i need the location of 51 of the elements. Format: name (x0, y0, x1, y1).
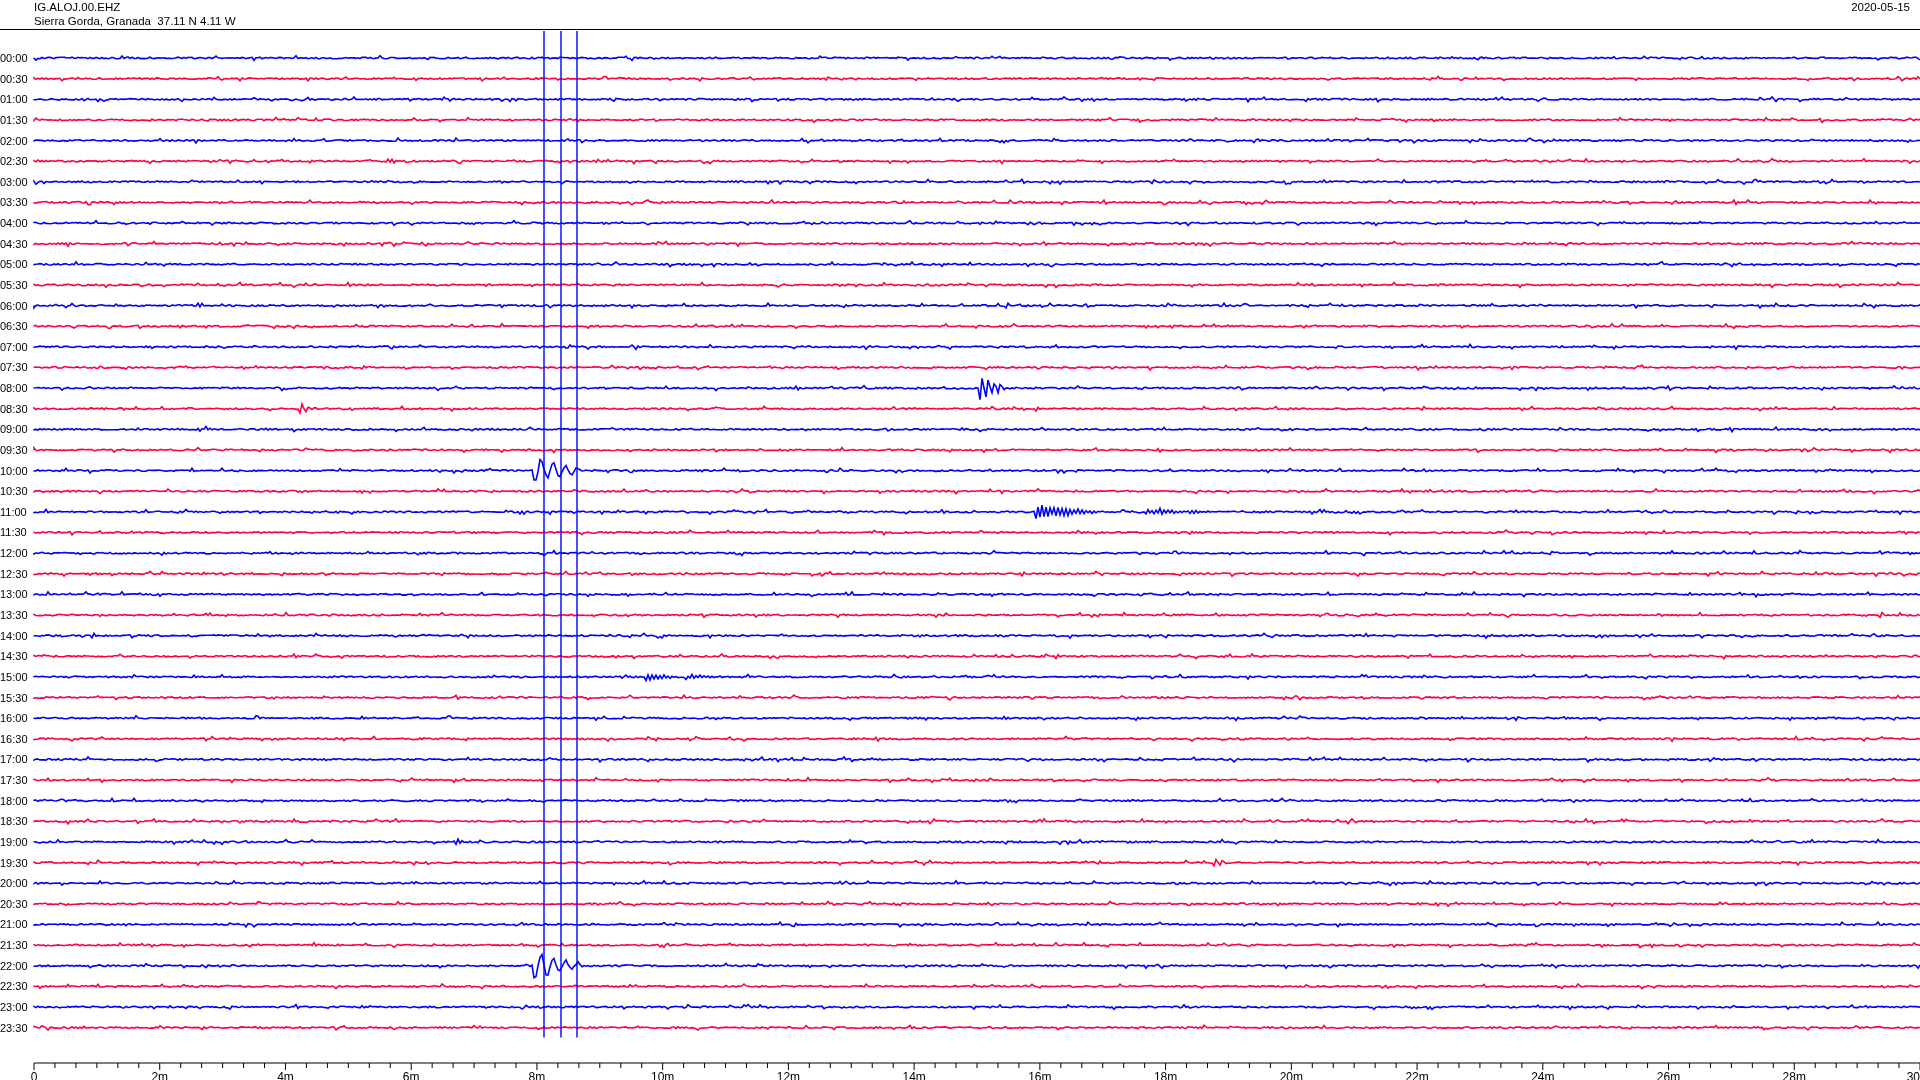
row-time-label: 03:00 (0, 175, 28, 188)
row-time-label: 04:00 (0, 217, 28, 230)
row-time-label: 10:30 (0, 485, 28, 498)
row-time-label: 20:30 (0, 897, 28, 910)
row-time-label: 22:00 (0, 959, 28, 972)
row-time-label: 16:00 (0, 712, 28, 725)
row-time-label: 19:00 (0, 835, 28, 848)
row-time-label: 15:30 (0, 691, 28, 704)
row-time-label: 11:00 (0, 505, 27, 518)
row-time-label: 01:30 (0, 113, 28, 126)
row-time-label: 08:00 (0, 382, 28, 395)
row-time-label: 21:00 (0, 918, 28, 931)
row-time-label: 13:00 (0, 588, 28, 601)
row-time-label: 19:30 (0, 856, 28, 869)
row-time-label: 13:30 (0, 609, 28, 621)
row-time-label: 22:30 (0, 980, 28, 993)
row-time-label: 02:30 (0, 155, 28, 168)
row-time-label: 17:00 (0, 753, 28, 766)
row-time-label: 18:00 (0, 794, 28, 807)
row-time-label: 12:00 (0, 547, 28, 560)
row-time-label: 02:00 (0, 134, 28, 147)
row-time-label: 23:00 (0, 1001, 28, 1013)
row-time-label: 06:00 (0, 299, 28, 312)
row-time-label: 09:00 (0, 423, 28, 436)
row-time-label: 05:00 (0, 258, 28, 271)
row-time-label: 03:30 (0, 196, 28, 209)
row-time-label: 07:30 (0, 361, 28, 374)
row-time-label: 01:00 (0, 93, 28, 106)
row-time-label: 10:00 (0, 464, 28, 477)
row-time-label: 21:30 (0, 939, 28, 952)
row-time-label: 17:30 (0, 774, 28, 787)
row-time-label: 20:00 (0, 877, 28, 890)
row-time-label: 14:00 (0, 629, 28, 642)
row-time-label: 00:00 (0, 52, 28, 64)
row-time-label: 08:30 (0, 402, 28, 415)
row-time-label: 00:30 (0, 72, 28, 85)
row-time-label: 16:30 (0, 732, 28, 745)
row-time-label: 12:30 (0, 567, 28, 580)
row-time-label: 11:30 (0, 526, 27, 539)
row-time-label: 06:30 (0, 320, 28, 333)
station-code: IG.ALOJ.00.EHZ (34, 0, 122, 14)
station-location: Sierra Gorda, Granada 37.11 N 4.11 W (34, 14, 236, 28)
plot-date: 2020-05-15 (1851, 0, 1910, 14)
row-time-label: 09:30 (0, 443, 28, 456)
row-time-label: 23:30 (0, 1021, 28, 1034)
row-time-label: 05:30 (0, 278, 28, 291)
row-time-label: 14:30 (0, 650, 28, 663)
row-time-label: 07:00 (0, 340, 28, 353)
row-time-label: 15:00 (0, 670, 28, 683)
row-time-label: 18:30 (0, 815, 28, 828)
row-time-label: 04:30 (0, 237, 28, 250)
